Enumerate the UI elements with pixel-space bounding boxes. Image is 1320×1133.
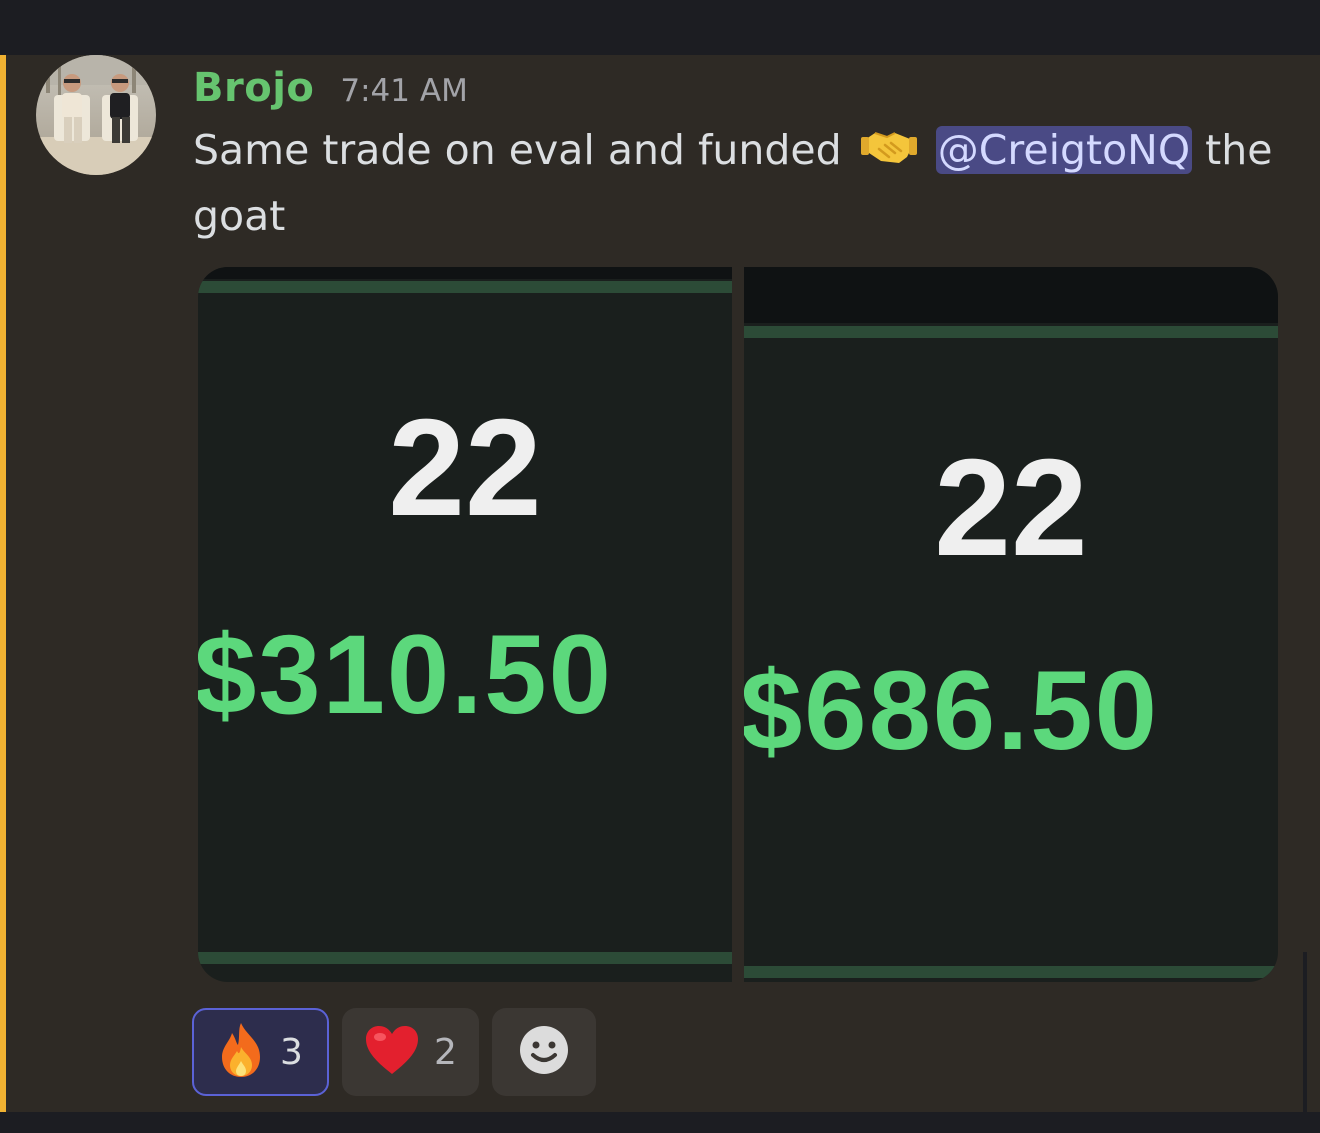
handshake-emoji-icon [860,122,917,185]
red-heart-emoji-icon [364,1024,420,1080]
message-timestamp[interactable]: 7:41 AM [340,73,467,109]
image-top-band [744,267,1278,323]
add-reaction-button[interactable] [492,1008,596,1096]
image-top-band [198,267,732,279]
reaction-fire[interactable]: 3 [192,1008,329,1096]
attachment-image-1[interactable]: 22 $310.50 [198,267,732,982]
reaction-heart[interactable]: 2 [342,1008,479,1096]
message-text: Same trade on eval and funded [193,126,842,174]
position-size: 22 [934,431,1088,585]
image-attachments: 22 $310.50 22 $686.50 [198,267,1278,982]
fire-emoji-icon [216,1021,266,1083]
reaction-bar: 3 2 [192,1008,596,1096]
bottom-bar [0,1112,1320,1133]
add-reaction-icon [519,1025,569,1079]
user-mention[interactable]: @CreigtoNQ [935,126,1193,174]
profit-amount: $310.50 [198,612,613,737]
message-text-wrap: goat [193,191,286,240]
mention-highlight-bar [0,55,6,1112]
image-stripe-top [744,326,1278,338]
message-header: Brojo 7:41 AM [193,65,468,111]
author-name[interactable]: Brojo [193,65,314,111]
attachment-image-2[interactable]: 22 $686.50 [744,267,1278,982]
profit-amount: $686.50 [744,648,1159,773]
scrollbar[interactable] [1303,952,1307,1112]
image-stripe-top [198,281,732,293]
position-size: 22 [388,391,542,545]
message-content: Same trade on eval and funded @CreigtoNQ… [193,119,1273,248]
image-stripe-bottom [744,966,1278,978]
reaction-count: 3 [280,1031,303,1073]
user-avatar[interactable] [36,55,156,175]
reaction-count: 2 [434,1031,457,1073]
top-bar [0,0,1320,55]
chat-message[interactable]: Brojo 7:41 AM Same trade on eval and fun… [0,55,1320,1112]
image-stripe-bottom [198,952,732,964]
message-text-after: the [1205,126,1273,174]
